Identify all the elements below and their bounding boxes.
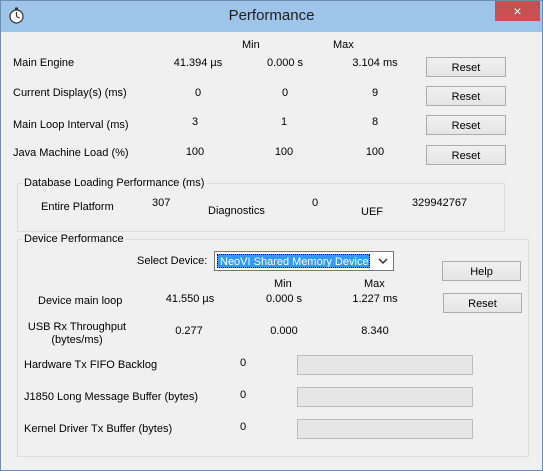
kernel-driver-buffer-bar: [297, 419, 473, 439]
main-loop-interval-value: 3: [191, 116, 199, 128]
current-display-min: 0: [281, 87, 289, 99]
main-engine-label: Main Engine: [13, 57, 75, 69]
window-title: Performance: [228, 7, 315, 24]
j1850-buffer-label: J1850 Long Message Buffer (bytes): [24, 391, 199, 403]
device-performance-title: Device Performance: [22, 233, 126, 245]
entire-platform-value: 307: [152, 197, 171, 209]
client-area: Min Max Main Engine 41.394 µs 0.000 s 3.…: [8, 32, 535, 463]
main-engine-max: 3.104 ms: [352, 57, 398, 69]
kernel-driver-buffer-value: 0: [240, 421, 247, 433]
device-main-loop-value: 41.550 µs: [165, 293, 215, 305]
performance-window: Performance × Min Max Main Engine 41.394…: [0, 0, 543, 471]
uef-label: UEF: [361, 206, 383, 218]
database-loading-title: Database Loading Performance (ms): [22, 177, 207, 189]
main-engine-value: 41.394 µs: [173, 57, 223, 69]
device-main-loop-min: 0.000 s: [265, 293, 303, 305]
max-column-header: Max: [333, 39, 354, 51]
kernel-driver-buffer-label: Kernel Driver Tx Buffer (bytes): [24, 423, 173, 435]
reset-java-machine-load-button[interactable]: Reset: [426, 145, 506, 165]
current-display-value: 0: [194, 87, 202, 99]
diagnostics-value: 0: [312, 197, 319, 209]
device-select[interactable]: NeoVI Shared Memory Device 8: [214, 251, 394, 271]
usb-rx-throughput-unit: (bytes/ms): [51, 334, 103, 346]
min-column-header: Min: [242, 39, 260, 51]
help-button[interactable]: Help: [442, 261, 521, 281]
close-button[interactable]: ×: [495, 1, 540, 21]
current-display-label: Current Display(s) (ms): [13, 87, 127, 99]
java-machine-load-max: 100: [365, 146, 385, 158]
uef-value: 329942767: [412, 197, 468, 209]
usb-rx-throughput-label: USB Rx Throughput: [27, 321, 127, 333]
chevron-down-icon: [378, 258, 388, 265]
hardware-tx-fifo-value: 0: [240, 357, 247, 369]
j1850-buffer-value: 0: [240, 389, 247, 401]
title-bar[interactable]: Performance ×: [1, 1, 542, 32]
select-device-label: Select Device:: [137, 255, 208, 267]
hardware-tx-fifo-bar: [297, 355, 473, 375]
diagnostics-label: Diagnostics: [208, 205, 265, 217]
device-main-loop-max: 1.227 ms: [352, 293, 398, 305]
reset-current-display-button[interactable]: Reset: [426, 86, 506, 106]
device-min-header: Min: [274, 278, 292, 290]
java-machine-load-label: Java Machine Load (%): [13, 147, 129, 159]
device-main-loop-label: Device main loop: [38, 295, 123, 307]
main-loop-interval-min: 1: [280, 116, 288, 128]
java-machine-load-min: 100: [274, 146, 294, 158]
j1850-buffer-bar: [297, 387, 473, 407]
reset-main-engine-button[interactable]: Reset: [426, 57, 506, 77]
device-reset-button[interactable]: Reset: [443, 293, 522, 313]
entire-platform-label: Entire Platform: [41, 201, 114, 213]
reset-main-loop-interval-button[interactable]: Reset: [426, 115, 506, 135]
main-loop-interval-max: 8: [371, 116, 379, 128]
hardware-tx-fifo-label: Hardware Tx FIFO Backlog: [24, 359, 158, 371]
main-loop-interval-label: Main Loop Interval (ms): [13, 119, 129, 131]
usb-rx-throughput-min: 0.000: [270, 325, 298, 337]
device-select-value: NeoVI Shared Memory Device 8: [217, 254, 370, 268]
current-display-max: 9: [371, 87, 379, 99]
java-machine-load-value: 100: [185, 146, 205, 158]
usb-rx-throughput-max: 8.340: [361, 325, 389, 337]
device-max-header: Max: [364, 278, 385, 290]
main-engine-min: 0.000 s: [266, 57, 304, 69]
usb-rx-throughput-value: 0.277: [175, 325, 203, 337]
